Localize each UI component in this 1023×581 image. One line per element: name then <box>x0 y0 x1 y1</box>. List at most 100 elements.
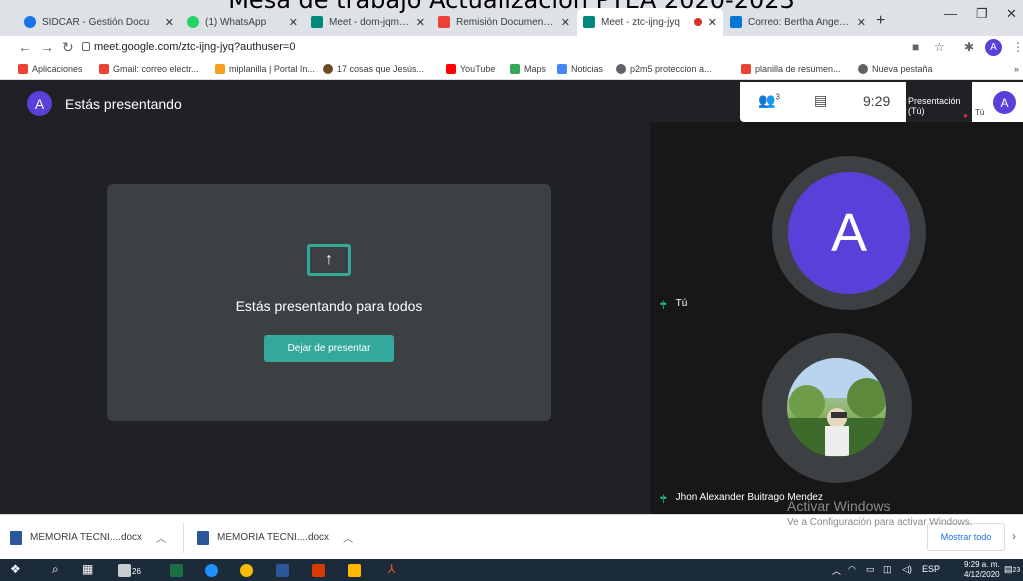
camera-icon[interactable]: ■ <box>912 40 919 54</box>
back-icon[interactable]: ← <box>18 39 32 55</box>
maps-icon <box>510 64 520 74</box>
file-explorer-icon[interactable] <box>348 564 361 577</box>
bookmark-label: planilla de resumen... <box>755 64 841 74</box>
bookmark-planilla[interactable]: planilla de resumen... <box>741 64 841 74</box>
participants-count: 3 <box>775 92 780 102</box>
display-icon[interactable]: ◫ <box>883 564 892 575</box>
download-item[interactable]: MEMORIA TECNI....docx ︿ <box>10 530 166 545</box>
present-screen-icon: ↑ <box>307 244 351 276</box>
windows-taskbar: ❖ ⌕ ▦ 26 ⅄ ︿ ◠ ▭ ◫ ◁) ESP 9:29 a. m. 4/1… <box>0 559 1023 581</box>
forward-icon[interactable]: → <box>40 39 54 55</box>
close-download-bar-icon[interactable]: › <box>1012 529 1016 543</box>
participant-name-label: Tú <box>675 298 688 309</box>
search-icon[interactable]: ⌕ <box>52 562 59 577</box>
gmail-icon <box>99 64 109 74</box>
close-icon[interactable]: ✕ <box>561 16 570 29</box>
audio-indicator-icon: •|• <box>660 298 667 309</box>
check-icon <box>215 64 225 74</box>
volume-icon[interactable]: ◁) <box>902 564 912 575</box>
chat-icon[interactable]: ▤ <box>814 92 827 109</box>
extensions-icon[interactable]: ✱ <box>964 40 974 54</box>
bookmark-maps[interactable]: Maps <box>510 64 546 74</box>
bookmark-17cosas[interactable]: 17 cosas que Jesús... <box>323 64 424 74</box>
activate-windows-subtext: Ve a Configuración para activar Windows. <box>787 517 973 528</box>
tab-strip: SIDCAR - Gestión Docu ✕ (1) WhatsApp ✕ M… <box>0 0 1023 36</box>
tab-meet-dom[interactable]: Meet - dom-jqmt-ngd ✕ <box>305 8 431 36</box>
clock-time: 9:29 a. m. <box>964 560 1000 569</box>
presentation-thumbnail[interactable]: Presentación (Tú) ● <box>906 82 972 122</box>
system-clock[interactable]: 9:29 a. m. 4/12/2020 <box>964 560 1000 580</box>
close-icon[interactable]: ✕ <box>165 16 174 29</box>
recording-icon <box>693 18 702 26</box>
profile-avatar[interactable]: A <box>985 39 1002 56</box>
tray-chevron-icon[interactable]: ︿ <box>832 564 841 577</box>
close-icon[interactable]: ✕ <box>857 16 866 29</box>
notifications-icon[interactable]: ▤23 <box>1004 564 1020 575</box>
battery-icon[interactable]: ▭ <box>866 564 875 575</box>
restore-icon[interactable]: ❐ <box>976 6 988 22</box>
star-icon[interactable]: ☆ <box>934 40 945 54</box>
network-icon[interactable]: ◠ <box>848 564 856 575</box>
reload-icon[interactable]: ↻ <box>62 39 74 56</box>
url-field[interactable]: meet.google.com/ztc-ijng-jyq?authuser=0 <box>94 41 295 53</box>
globe-icon <box>616 64 626 74</box>
bookmark-label: 17 cosas que Jesús... <box>337 64 425 74</box>
close-icon[interactable]: ✕ <box>289 16 298 29</box>
meet-icon <box>311 16 323 28</box>
bookmark-p2m5[interactable]: p2m5 proteccion a... <box>616 64 712 74</box>
word-icon[interactable] <box>276 564 289 577</box>
tab-meet-active[interactable]: Meet - ztc-ijng-jyq ✕ <box>577 8 723 36</box>
tab-whatsapp[interactable]: (1) WhatsApp ✕ <box>181 8 304 36</box>
mic-off-icon: ● <box>963 111 968 120</box>
bookmark-label: Maps <box>524 64 547 74</box>
people-icon[interactable] <box>118 564 131 577</box>
tab-sidcar[interactable]: SIDCAR - Gestión Docu ✕ <box>18 8 180 36</box>
participants-icon[interactable]: 👥3 <box>758 92 780 109</box>
bookmark-noticias[interactable]: Noticias <box>557 64 603 74</box>
menu-icon[interactable]: ⋮ <box>1012 40 1023 54</box>
excel-icon[interactable] <box>170 564 183 577</box>
bookmark-apps[interactable]: Aplicaciones <box>18 64 83 74</box>
start-icon[interactable]: ❖ <box>10 562 21 576</box>
office-icon[interactable] <box>312 564 325 577</box>
edge-icon[interactable] <box>205 564 218 577</box>
new-tab-button[interactable]: + <box>876 12 885 30</box>
tab-label: Meet - ztc-ijng-jyq <box>601 16 680 28</box>
minimize-icon[interactable]: — <box>944 6 957 21</box>
word-file-icon <box>10 530 22 545</box>
close-icon[interactable]: ✕ <box>708 16 717 29</box>
self-avatar[interactable]: A <box>993 91 1016 114</box>
presenting-title: Estás presentando <box>65 96 182 112</box>
meet-top-controls: 👥3 ▤ 9:29 Presentación (Tú) ● Tú A <box>740 82 1023 122</box>
stop-presenting-button[interactable]: Dejar de presentar <box>264 335 394 362</box>
window-close-icon[interactable]: ✕ <box>1006 6 1017 22</box>
tab-correo[interactable]: Correo: Bertha Angelica ✕ <box>724 8 872 36</box>
more-bookmarks-icon[interactable]: » <box>1014 64 1019 74</box>
download-label: MEMORIA TECNI....docx <box>30 532 143 543</box>
bookmark-youtube[interactable]: YouTube <box>446 64 495 74</box>
bookmark-label: Gmail: correo electr... <box>113 64 199 74</box>
chevron-up-icon[interactable]: ︿ <box>343 530 353 545</box>
globe-icon <box>858 64 868 74</box>
participant-photo <box>787 358 886 457</box>
participant-name: •|• Tú <box>660 298 687 309</box>
acrobat-icon[interactable]: ⅄ <box>388 562 395 576</box>
bookmark-nueva[interactable]: Nueva pestaña <box>858 64 933 74</box>
chevron-up-icon[interactable]: ︿ <box>156 530 166 545</box>
bookmark-gmail[interactable]: Gmail: correo electr... <box>99 64 199 74</box>
download-item[interactable]: MEMORIA TECNI....docx ︿ <box>197 530 353 545</box>
language-indicator[interactable]: ESP <box>922 564 940 574</box>
bookmark-miplanilla[interactable]: miplanilla | Portal In... <box>215 64 315 74</box>
self-label: Tú <box>975 108 985 117</box>
close-icon[interactable]: ✕ <box>416 16 425 29</box>
gmail-icon <box>741 64 751 74</box>
bookmark-label: Noticias <box>571 64 604 74</box>
tab-label: SIDCAR - Gestión Docu <box>42 16 150 28</box>
task-view-icon[interactable]: ▦ <box>82 562 93 576</box>
lock-icon <box>82 42 90 51</box>
tab-remision[interactable]: Remisión Documentaci ✕ <box>432 8 576 36</box>
chrome-icon[interactable] <box>240 564 253 577</box>
whatsapp-icon <box>187 16 199 28</box>
bookmark-label: YouTube <box>460 64 496 74</box>
address-bar: ← → ↻ meet.google.com/ztc-ijng-jyq?authu… <box>0 36 1023 60</box>
